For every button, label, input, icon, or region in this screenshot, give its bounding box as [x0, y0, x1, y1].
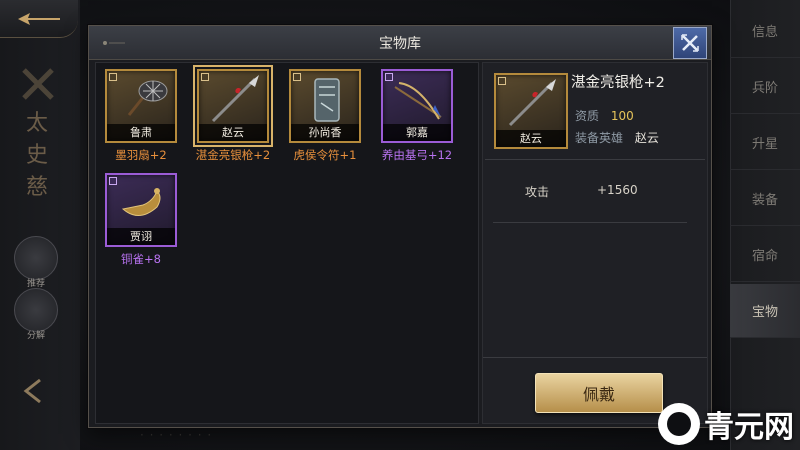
arrow-left-icon[interactable] — [22, 378, 44, 404]
item-frame: 郭嘉 — [381, 69, 453, 143]
header-ornament-icon — [103, 41, 125, 45]
decompose-button[interactable]: 分解 — [14, 288, 58, 341]
watermark-logo-icon — [658, 403, 700, 445]
detail-item-frame: 赵云 — [494, 73, 568, 149]
item-frame: 鲁肃 — [105, 69, 177, 143]
right-tab-bar: 信息 兵阶 升星 装备 宿命 宝物 — [730, 0, 800, 450]
divider — [483, 357, 707, 358]
treasure-slot[interactable]: 赵云 湛金亮银枪+2 — [193, 65, 273, 163]
crossed-swords-icon — [22, 68, 54, 100]
bronze-bird-icon — [121, 188, 161, 216]
watermark-text: 青元网 — [704, 410, 794, 445]
treasure-slot[interactable]: 鲁肃 墨羽扇+2 — [102, 69, 180, 163]
item-name: 养由基弓+12 — [381, 148, 453, 162]
tab-star[interactable]: 升星 — [730, 116, 800, 170]
decompose-label: 分解 — [26, 331, 45, 341]
item-frame: 贾诩 — [105, 173, 177, 247]
talisman-icon — [314, 78, 340, 122]
item-owner: 贾诩 — [107, 228, 175, 245]
background-text: · · · · · · · · — [140, 428, 213, 442]
stat-row: 攻击 +1560 — [493, 183, 687, 223]
treasure-slot[interactable]: 孙尚香 虎侯令符+1 — [286, 69, 364, 163]
fan-icon — [127, 80, 168, 116]
dialog-title: 宝物库 — [379, 35, 421, 52]
tab-fate[interactable]: 宿命 — [730, 228, 800, 282]
treasure-dialog: 宝物库 鲁肃 墨羽扇+2 赵云 湛金亮银枪+2 孙尚香 虎侯令符+1 郭嘉 养由… — [88, 25, 712, 428]
treasure-slot[interactable]: 贾诩 铜雀+8 — [102, 173, 180, 267]
stat-value: +1560 — [597, 183, 638, 197]
item-owner: 孙尚香 — [291, 124, 359, 141]
item-owner: 赵云 — [199, 124, 267, 141]
back-arrow-icon — [18, 12, 60, 25]
bow-icon — [394, 82, 442, 120]
equip-hero-value: 赵云 — [634, 131, 659, 145]
item-name: 虎侯令符+1 — [293, 148, 357, 162]
tab-equipment[interactable]: 装备 — [730, 172, 800, 226]
item-frame: 赵云 — [193, 65, 273, 147]
hero-name: 太史慈 — [25, 111, 48, 200]
equip-button[interactable]: 佩戴 — [535, 373, 663, 413]
tab-rank[interactable]: 兵阶 — [730, 60, 800, 114]
recommend-button[interactable]: 推荐 — [14, 236, 58, 289]
watermark: 青元网 — [658, 402, 794, 446]
stat-name: 攻击 — [525, 185, 550, 199]
tab-info[interactable]: 信息 — [730, 4, 800, 58]
detail-title: 湛金亮银枪+2 — [571, 75, 665, 91]
dialog-header: 宝物库 — [89, 26, 711, 60]
item-name: 墨羽扇+2 — [115, 148, 167, 162]
close-button[interactable] — [673, 27, 707, 59]
spear-icon — [508, 79, 556, 127]
divider — [485, 159, 705, 160]
item-frame: 孙尚香 — [289, 69, 361, 143]
treasure-detail-panel: 赵云 湛金亮银枪+2 资质 100 装备英雄 赵云 攻击 +1560 佩戴 — [482, 62, 708, 424]
detail-item-owner: 赵云 — [496, 130, 566, 147]
quality-value: 100 — [610, 109, 634, 123]
item-name: 湛金亮银枪+2 — [195, 148, 271, 162]
item-owner: 鲁肃 — [107, 124, 175, 141]
treasure-grid: 鲁肃 墨羽扇+2 赵云 湛金亮银枪+2 孙尚香 虎侯令符+1 郭嘉 养由基弓+1… — [95, 62, 479, 424]
left-sidebar: 太史慈 推荐 分解 — [0, 0, 80, 450]
back-button[interactable] — [0, 0, 78, 38]
close-icon — [681, 34, 699, 52]
tab-treasure[interactable]: 宝物 — [730, 284, 800, 338]
equip-hero-row: 装备英雄 赵云 — [575, 129, 659, 146]
quality-label: 资质 — [575, 109, 600, 123]
equip-hero-label: 装备英雄 — [575, 131, 624, 145]
quality-row: 资质 100 — [575, 107, 634, 124]
spear-icon — [211, 75, 259, 123]
item-owner: 郭嘉 — [383, 124, 451, 141]
item-name: 铜雀+8 — [121, 252, 161, 266]
treasure-slot[interactable]: 郭嘉 养由基弓+12 — [378, 69, 456, 163]
